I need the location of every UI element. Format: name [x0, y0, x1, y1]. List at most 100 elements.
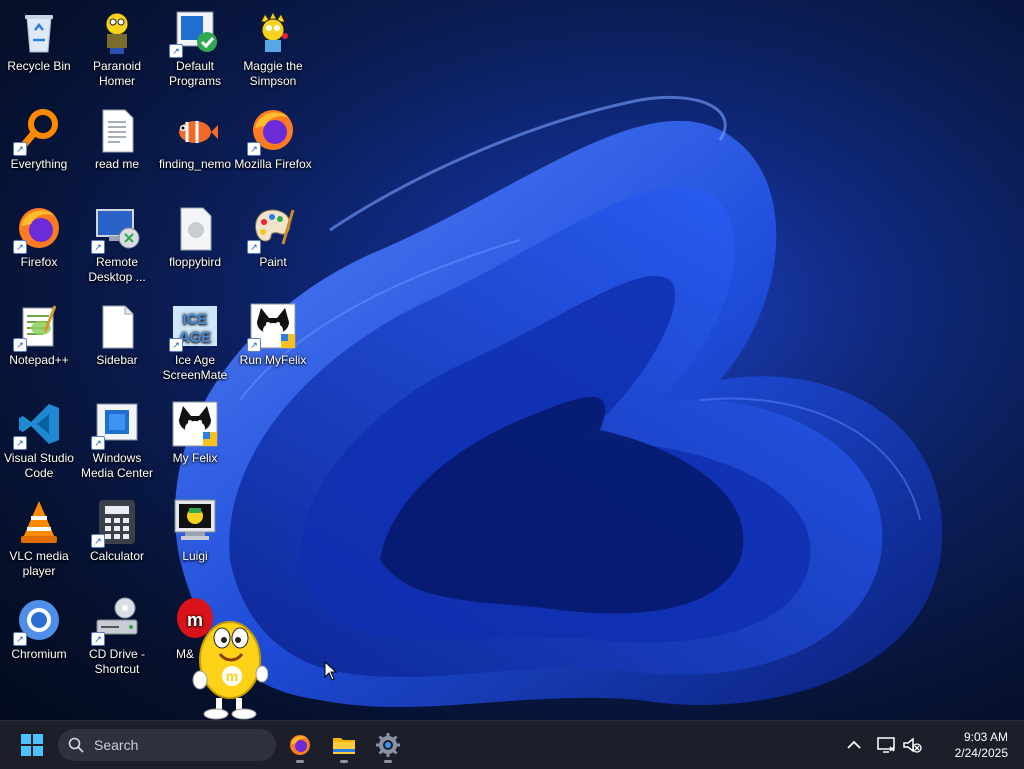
shortcut-arrow-icon: ↗: [247, 338, 261, 352]
desktop-icon-floppybird[interactable]: floppybird: [156, 204, 234, 270]
svg-text:m: m: [226, 668, 238, 684]
icon-label: My Felix: [172, 451, 218, 465]
desktop-icon-run-myfelix[interactable]: ↗ Run MyFelix: [234, 302, 312, 368]
icon-label: Remote Desktop ...: [88, 255, 146, 284]
desktop-icon-ice-age-screenmate[interactable]: ICE AGE ↗ Ice Age ScreenMate: [156, 302, 234, 383]
desktop-icon-windows-media-center[interactable]: ↗ Windows Media Center: [78, 400, 156, 481]
taskbar-file-explorer-button[interactable]: [324, 725, 364, 765]
everything-search-icon: ↗: [13, 106, 63, 156]
m-and-m-character[interactable]: m: [188, 600, 268, 720]
desktop-icon-notepad-plus-plus[interactable]: ↗ Notepad++: [0, 302, 78, 368]
homer-icon: [93, 8, 141, 56]
desktop-icon-calculator[interactable]: ↗ Calculator: [78, 498, 156, 564]
shortcut-arrow-icon: ↗: [91, 632, 105, 646]
shortcut-arrow-icon: ↗: [13, 436, 27, 450]
volume-muted-icon[interactable]: [902, 735, 922, 755]
network-icon[interactable]: [876, 735, 896, 755]
shortcut-arrow-icon: ↗: [91, 240, 105, 254]
windows-start-icon: [21, 734, 43, 756]
shortcut-arrow-icon: ↗: [91, 534, 105, 548]
mouse-cursor-icon: [324, 661, 338, 681]
desktop-icon-remote-desktop[interactable]: ↗ Remote Desktop ...: [78, 204, 156, 285]
remote-desktop-icon: ↗: [91, 204, 141, 254]
desktop-icon-sidebar[interactable]: Sidebar: [78, 302, 156, 368]
icon-label: Sidebar: [96, 353, 138, 367]
chevron-up-icon[interactable]: [844, 735, 864, 755]
desktop-icon-everything[interactable]: ↗ Everything: [0, 106, 78, 172]
icon-label: Windows Media Center: [80, 451, 154, 480]
luigi-monitor-icon: [171, 498, 219, 546]
icon-label: CD Drive - Shortcut: [89, 647, 145, 676]
desktop-icon-vlc[interactable]: VLC media player: [0, 498, 78, 579]
firefox-icon: ↗: [247, 106, 297, 156]
desktop-icon-read-me[interactable]: read me: [78, 106, 156, 172]
desktop-icon-paranoid-homer[interactable]: Paranoid Homer: [78, 8, 156, 89]
icon-label: Everything: [10, 157, 68, 171]
clock[interactable]: 9:03 AM 2/24/2025: [938, 729, 1008, 761]
icon-label: Paint: [259, 255, 287, 269]
shortcut-arrow-icon: ↗: [13, 338, 27, 352]
desktop-icon-chromium[interactable]: ↗ Chromium: [0, 596, 78, 662]
svg-text:ICE: ICE: [182, 311, 207, 328]
desktop-icon-vscode[interactable]: ↗ Visual Studio Code: [0, 400, 78, 481]
vscode-icon: ↗: [13, 400, 63, 450]
taskbar-search[interactable]: Search: [58, 729, 276, 761]
shortcut-arrow-icon: ↗: [91, 436, 105, 450]
nemo-fish-icon: [171, 106, 219, 154]
icon-label: read me: [94, 157, 140, 171]
shortcut-arrow-icon: ↗: [169, 44, 183, 58]
svg-text:AGE: AGE: [179, 329, 212, 346]
icon-label: Ice Age ScreenMate: [162, 353, 228, 382]
desktop-icon-luigi[interactable]: Luigi: [156, 498, 234, 564]
desktop-icon-maggie[interactable]: Maggie the Simpson: [234, 8, 312, 89]
search-placeholder: Search: [94, 737, 139, 753]
taskbar-settings-button[interactable]: [368, 725, 408, 765]
recycle-bin-icon: [15, 8, 63, 56]
icon-label: Luigi: [182, 549, 208, 563]
running-indicator: [384, 760, 392, 763]
desktop[interactable]: Recycle Bin Paranoid Homer ↗ Default Pro…: [0, 0, 1024, 720]
start-button[interactable]: [12, 725, 52, 765]
desktop-icon-recycle-bin[interactable]: Recycle Bin: [0, 8, 78, 74]
shortcut-arrow-icon: ↗: [247, 142, 261, 156]
desktop-icon-default-programs[interactable]: ↗ Default Programs: [156, 8, 234, 89]
desktop-icon-cd-drive[interactable]: ↗ CD Drive - Shortcut: [78, 596, 156, 677]
search-icon: [68, 737, 84, 753]
icon-label: Maggie the Simpson: [243, 59, 303, 88]
text-file-icon: [93, 106, 141, 154]
blank-file-icon: [93, 302, 141, 350]
maggie-icon: [249, 8, 297, 56]
shortcut-arrow-icon: ↗: [13, 632, 27, 646]
icon-label: Mozilla Firefox: [234, 157, 312, 171]
media-center-icon: ↗: [91, 400, 141, 450]
vlc-cone-icon: [15, 498, 63, 546]
taskbar-firefox-button[interactable]: [280, 725, 320, 765]
icon-label: finding_nemo: [158, 157, 232, 171]
running-indicator: [296, 760, 304, 763]
icon-label: floppybird: [168, 255, 222, 269]
system-tray: 9:03 AM 2/24/2025: [844, 721, 1024, 769]
default-programs-icon: ↗: [169, 8, 219, 58]
icon-label: Recycle Bin: [7, 59, 71, 73]
clock-time: 9:03 AM: [963, 730, 1008, 744]
running-indicator: [340, 760, 348, 763]
notepad-plus-plus-icon: ↗: [13, 302, 63, 352]
shortcut-arrow-icon: ↗: [13, 240, 27, 254]
icon-label: Chromium: [11, 647, 67, 661]
icon-label: Paranoid Homer: [92, 59, 142, 88]
felix-cat-icon: [171, 400, 219, 448]
desktop-icon-finding-nemo[interactable]: finding_nemo: [156, 106, 234, 172]
desktop-icon-paint[interactable]: ↗ Paint: [234, 204, 312, 270]
folder-icon: [333, 738, 355, 754]
cd-drive-icon: ↗: [91, 596, 141, 646]
icon-label: VLC media player: [9, 549, 69, 578]
clock-date: 2/24/2025: [954, 746, 1008, 760]
desktop-icon-mozilla-firefox[interactable]: ↗ Mozilla Firefox: [234, 106, 312, 172]
desktop-icon-firefox[interactable]: ↗ Firefox: [0, 204, 78, 270]
felix-cat-icon: ↗: [247, 302, 297, 352]
shortcut-arrow-icon: ↗: [247, 240, 261, 254]
chromium-icon: ↗: [13, 596, 63, 646]
desktop-icon-my-felix[interactable]: My Felix: [156, 400, 234, 466]
shortcut-arrow-icon: ↗: [169, 338, 183, 352]
icon-label: Default Programs: [168, 59, 221, 88]
